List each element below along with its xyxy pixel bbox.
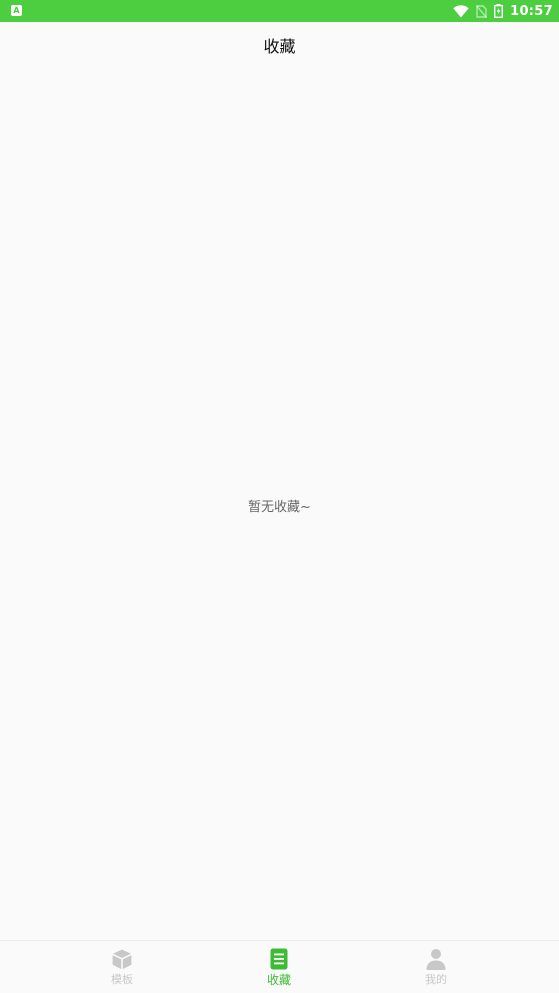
- list-icon: [268, 948, 290, 970]
- nav-label-templates: 模板: [111, 973, 133, 986]
- nav-tab-templates[interactable]: 模板: [82, 941, 162, 993]
- nav-tab-mine[interactable]: 我的: [396, 941, 476, 993]
- nav-label-mine: 我的: [425, 973, 447, 986]
- nav-label-favorites: 收藏: [266, 973, 291, 987]
- notification-a-icon: A: [11, 5, 22, 16]
- status-bar: A 10:57: [0, 0, 559, 22]
- status-time: 10:57: [510, 3, 553, 19]
- wifi-icon: [453, 4, 469, 18]
- empty-state-message: 暂无收藏~: [248, 500, 311, 515]
- app-screen: A 10:57 收藏 暂无收藏~ 模板 收藏 我的: [0, 0, 559, 993]
- cube-icon: [111, 948, 133, 970]
- page-title: 收藏: [263, 37, 296, 56]
- nav-tab-favorites[interactable]: 收藏: [239, 941, 319, 993]
- person-icon: [425, 948, 447, 970]
- page-header: 收藏: [0, 22, 559, 68]
- no-sim-icon: [476, 4, 488, 18]
- status-right-group: 10:57: [453, 0, 553, 22]
- bottom-nav: 模板 收藏 我的: [0, 940, 559, 993]
- battery-icon: [494, 4, 504, 18]
